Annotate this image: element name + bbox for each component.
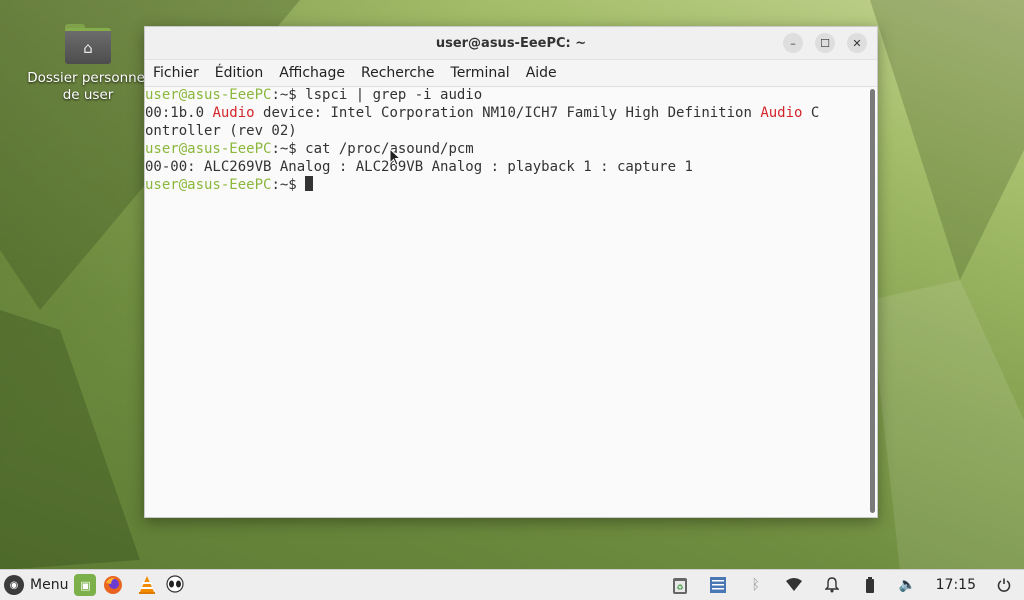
taskbar: ◉ Menu ▣ ♻ ᛒ 🔈 17:15	[0, 569, 1024, 600]
terminal-window[interactable]: user@asus-EeePC: ~ – ☐ ✕ Fichier Édition…	[144, 26, 878, 518]
maximize-icon: ☐	[820, 36, 830, 50]
menu-affichage[interactable]: Affichage	[279, 65, 345, 81]
notification-bell-icon[interactable]	[822, 575, 842, 595]
window-titlebar[interactable]: user@asus-EeePC: ~ – ☐ ✕	[145, 27, 877, 60]
mouse-pointer-icon	[389, 148, 401, 166]
home-icon: ⌂	[83, 38, 93, 57]
close-icon: ✕	[852, 36, 862, 50]
folder-icon: ⌂	[65, 24, 111, 64]
home-folder-desktop-icon[interactable]: ⌂ Dossier personnel de user	[26, 24, 150, 104]
volume-muted-icon[interactable]: 🔈	[898, 575, 918, 595]
battery-icon[interactable]	[860, 575, 880, 595]
terminal-menubar: Fichier Édition Affichage Recherche Term…	[145, 60, 877, 87]
show-desktop-icon[interactable]: ▣	[74, 574, 97, 596]
close-button[interactable]: ✕	[847, 33, 867, 53]
trash-applet-icon[interactable]: ♻	[670, 575, 690, 595]
svg-text:♻: ♻	[676, 583, 683, 592]
maximize-button[interactable]: ☐	[815, 33, 835, 53]
home-folder-label: Dossier personnel de user	[27, 70, 149, 103]
terminal-line: user@asus-EeePC:~$	[145, 176, 867, 194]
notes-applet-icon[interactable]	[708, 575, 728, 595]
menu-edition[interactable]: Édition	[215, 65, 263, 81]
terminal-line: ontroller (rev 02)	[145, 123, 297, 139]
menu-button[interactable]: Menu	[30, 577, 68, 593]
clock[interactable]: 17:15	[936, 577, 976, 593]
vlc-icon[interactable]	[136, 574, 158, 596]
bluetooth-icon[interactable]: ᛒ	[746, 575, 766, 595]
terminal-output[interactable]: user@asus-EeePC:~$ lspci | grep -i audio…	[145, 86, 867, 517]
menu-fichier[interactable]: Fichier	[153, 65, 199, 81]
menu-aide[interactable]: Aide	[526, 65, 557, 81]
terminal-line: 00-00: ALC269VB Analog : ALC269VB Analog…	[145, 159, 693, 175]
terminal-line: 00:1b.0 Audio device: Intel Corporation …	[145, 105, 820, 121]
power-icon[interactable]	[994, 575, 1014, 595]
terminal-line: user@asus-EeePC:~$ cat /proc/asound/pcm	[145, 141, 474, 157]
minimize-button[interactable]: –	[783, 33, 803, 53]
alien-app-icon[interactable]	[164, 574, 186, 596]
text-cursor	[305, 176, 314, 191]
menu-terminal[interactable]: Terminal	[451, 65, 510, 81]
terminal-line: user@asus-EeePC:~$ lspci | grep -i audio	[145, 87, 483, 103]
mint-menu-logo-icon[interactable]: ◉	[4, 575, 24, 595]
minimize-icon: –	[790, 36, 796, 50]
menu-recherche[interactable]: Recherche	[361, 65, 435, 81]
wifi-icon[interactable]	[784, 575, 804, 595]
terminal-scrollbar[interactable]	[870, 89, 875, 513]
firefox-icon[interactable]	[102, 574, 124, 596]
window-title: user@asus-EeePC: ~	[435, 35, 587, 51]
